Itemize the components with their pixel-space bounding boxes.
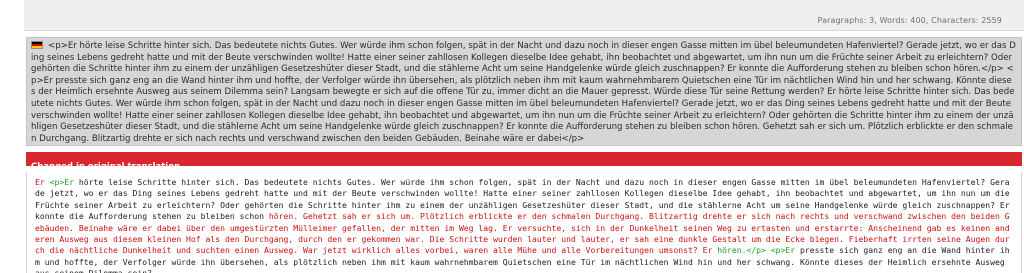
diff-text: Er <p>Er hörte leise Schritte hinter sic… <box>35 177 1014 273</box>
changed-translation-title: Changed in original translation <box>31 162 181 172</box>
diff-inserted-segment: hören.</p> <p>Er <box>717 245 796 256</box>
document-statistics: Paragraphs: 3, Words: 400, Characters: 2… <box>817 16 1002 25</box>
diff-deleted-segment: Er <box>35 177 50 187</box>
editor-footer-panel: Paragraphs: 3, Words: 400, Characters: 2… <box>24 0 1024 31</box>
source-text-panel: <p>Er hörte leise Schritte hinter sich. … <box>26 37 1022 146</box>
translation-diff-panel: Er <p>Er hörte leise Schritte hinter sic… <box>26 172 1022 273</box>
german-flag-icon <box>31 41 43 49</box>
source-text: <p>Er hörte leise Schritte hinter sich. … <box>31 41 1016 145</box>
diff-inserted-segment: <p>Er <box>49 177 74 187</box>
source-text-content: <p>Er hörte leise Schritte hinter sich. … <box>31 41 1016 144</box>
changed-translation-header: Changed in original translation <box>26 152 1022 172</box>
